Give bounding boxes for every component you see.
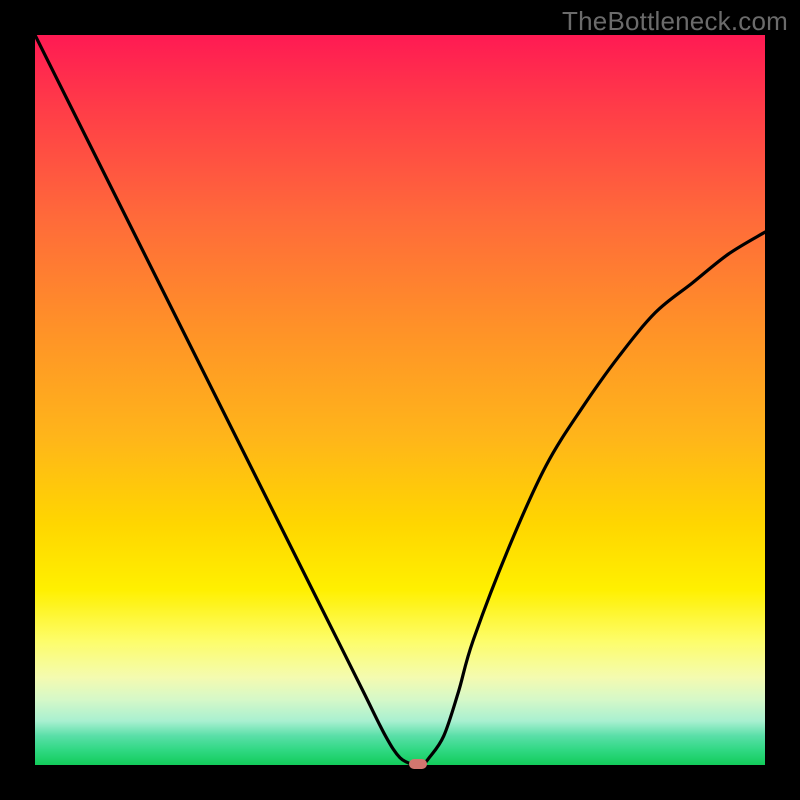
curve-path: [35, 35, 765, 765]
bottleneck-curve: [35, 35, 765, 765]
watermark-text: TheBottleneck.com: [562, 6, 788, 37]
chart-frame: TheBottleneck.com: [0, 0, 800, 800]
plot-area: [35, 35, 765, 765]
optimal-point-marker: [409, 759, 427, 769]
